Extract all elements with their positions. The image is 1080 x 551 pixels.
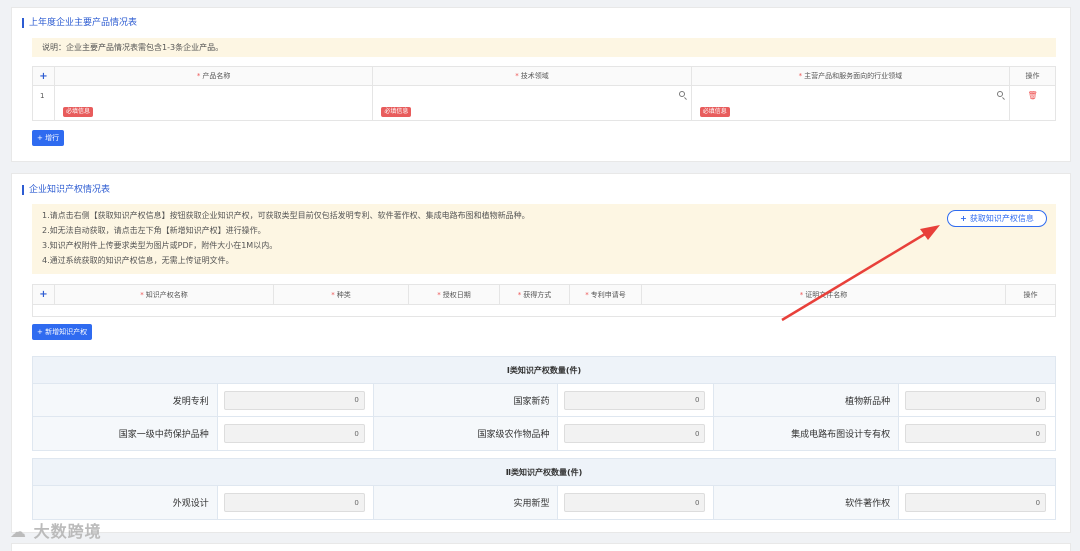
required-asterisk: * [331,290,335,299]
design-field[interactable]: 0 [223,493,365,512]
col-proof-file: * 证明文件名称 [642,285,1006,304]
utility-model-field[interactable]: 0 [564,493,706,512]
stat-value-cell: 0 [899,486,1055,519]
class1-stats: Ⅰ类知识产权数量(件) 发明专利 0 国家新药 0 植物新品种 0 国家一级中药… [32,356,1056,451]
tcm-protection-field[interactable]: 0 [223,424,365,443]
required-asterisk: * [515,72,519,80]
required-asterisk: * [517,290,522,299]
stat-label: 软件著作权 [714,486,900,519]
stat-value-cell: 0 [558,384,715,416]
software-copyright-field[interactable]: 0 [905,493,1047,512]
products-table-header: + * 产品名称 * 技术领域 * 主营产品和服务面向的行业领域 操作 [33,67,1055,86]
col-industry-field: * 主营产品和服务面向的行业领域 [692,67,1011,85]
col-product-name: * 产品名称 [55,67,374,85]
next-card [11,543,1071,551]
products-notice: 说明：企业主要产品情况表需包含1-3条企业产品。 [32,38,1056,57]
stat-row: 外观设计 0 实用新型 0 软件著作权 0 [33,486,1055,519]
ip-title: 企业知识产权情况表 [22,185,110,195]
stat-label: 发明专利 [33,384,218,416]
search-icon[interactable] [997,91,1004,97]
required-asterisk: * [196,72,201,80]
plus-circle-icon: + [960,214,967,223]
stat-row: 发明专利 0 国家新药 0 植物新品种 0 [33,384,1055,417]
stat-label: 植物新品种 [714,384,900,416]
class2-stats: Ⅱ类知识产权数量(件) 外观设计 0 实用新型 0 软件著作权 0 [32,458,1056,520]
fetch-ip-button[interactable]: + 获取知识产权信息 [947,210,1047,227]
notice-line: 1.请点击右侧【获取知识产权信息】按钮获取企业知识产权，可获取类型目前仅包括发明… [42,211,530,220]
required-tag: 必填信息 [62,107,93,117]
ic-layout-field[interactable]: 0 [905,424,1047,443]
ip-notice: 1.请点击右侧【获取知识产权信息】按钮获取企业知识产权，可获取类型目前仅包括发明… [32,204,1056,274]
stat-value-cell: 0 [899,384,1055,416]
stat-value-cell: 0 [218,417,374,450]
stat-label: 国家一级中药保护品种 [33,417,218,450]
class1-title: Ⅰ类知识产权数量(件) [33,357,1055,384]
delete-row-button[interactable]: 🗑 [1010,86,1055,120]
ip-table: + * 知识产权名称 * 种类 * 授权日期 * 获得方式 * 专利申请号 * 证明文件名称… [32,284,1056,317]
stat-row: 国家一级中药保护品种 0 国家级农作物品种 0 集成电路布图设计专有权 0 [33,417,1055,450]
cloud-logo-icon: ☁ [10,522,27,541]
notice-line: 2.如无法自动获取，请点击左下角【新增知识产权】进行操作。 [42,226,266,235]
col-patent-no: * 专利申请号 [570,285,642,304]
tech-field-input[interactable]: 必填信息 [373,86,692,120]
required-tag: 必填信息 [699,107,730,117]
add-row-button[interactable]: + 增行 [32,130,65,146]
required-asterisk: * [799,290,804,299]
stat-value-cell: 0 [558,417,715,450]
stat-value-cell: 0 [218,486,374,519]
crop-variety-field[interactable]: 0 [564,424,706,443]
col-tech-field: * 技术领域 [373,67,692,85]
col-auth-date: * 授权日期 [409,285,500,304]
required-tag: 必填信息 [381,107,412,117]
col-ip-type: * 种类 [274,285,409,304]
notice-line: 4.通过系统获取的知识产权信息，无需上传证明文件。 [42,256,234,265]
required-asterisk: * [140,290,144,299]
stat-label: 外观设计 [33,486,218,519]
stat-value-cell: 0 [218,384,374,416]
required-asterisk: * [798,72,803,80]
stat-label: 集成电路布图设计专有权 [714,417,900,450]
search-icon[interactable] [678,91,685,97]
stat-value-cell: 0 [899,417,1055,450]
products-card: 上年度企业主要产品情况表 说明：企业主要产品情况表需包含1-3条企业产品。 + … [11,7,1071,162]
required-asterisk: * [585,290,589,299]
col-acquire-method: * 获得方式 [500,285,570,304]
stat-label: 实用新型 [373,486,559,519]
table-row: 1 必填信息 必填信息 必填信息 🗑 [33,86,1055,120]
class2-title: Ⅱ类知识产权数量(件) [33,459,1055,486]
products-title: 上年度企业主要产品情况表 [22,18,137,28]
stat-label: 国家新药 [373,384,559,416]
col-actions: 操作 [1025,72,1040,80]
products-table: + * 产品名称 * 技术领域 * 主营产品和服务面向的行业领域 操作 1 必填信息 … [32,66,1056,121]
new-drug-field[interactable]: 0 [564,390,706,410]
watermark: ☁ 大数跨境 [10,522,102,541]
add-ip-button[interactable]: + 新增知识产权 [32,324,93,340]
ip-card: 企业知识产权情况表 1.请点击右侧【获取知识产权信息】按钮获取企业知识产权，可获… [11,173,1071,533]
col-ip-name: * 知识产权名称 [55,285,274,304]
invention-patent-field[interactable]: 0 [223,390,365,410]
notice-line: 3.知识产权附件上传要求类型为图片或PDF，附件大小在1M以内。 [42,241,278,250]
add-column-icon[interactable]: + [33,67,55,85]
add-column-icon[interactable]: + [33,285,55,304]
stat-label: 国家级农作物品种 [373,417,559,450]
row-index: 1 [33,86,55,120]
ip-table-header: + * 知识产权名称 * 种类 * 授权日期 * 获得方式 * 专利申请号 * 证明文件名称… [33,285,1055,305]
industry-field-input[interactable]: 必填信息 [692,86,1011,120]
trash-icon[interactable]: 🗑 [1027,91,1037,100]
product-name-input[interactable]: 必填信息 [55,86,374,120]
plant-variety-field[interactable]: 0 [905,390,1047,410]
stat-value-cell: 0 [558,486,715,519]
required-asterisk: * [437,290,441,299]
col-actions: 操作 [1023,290,1038,299]
